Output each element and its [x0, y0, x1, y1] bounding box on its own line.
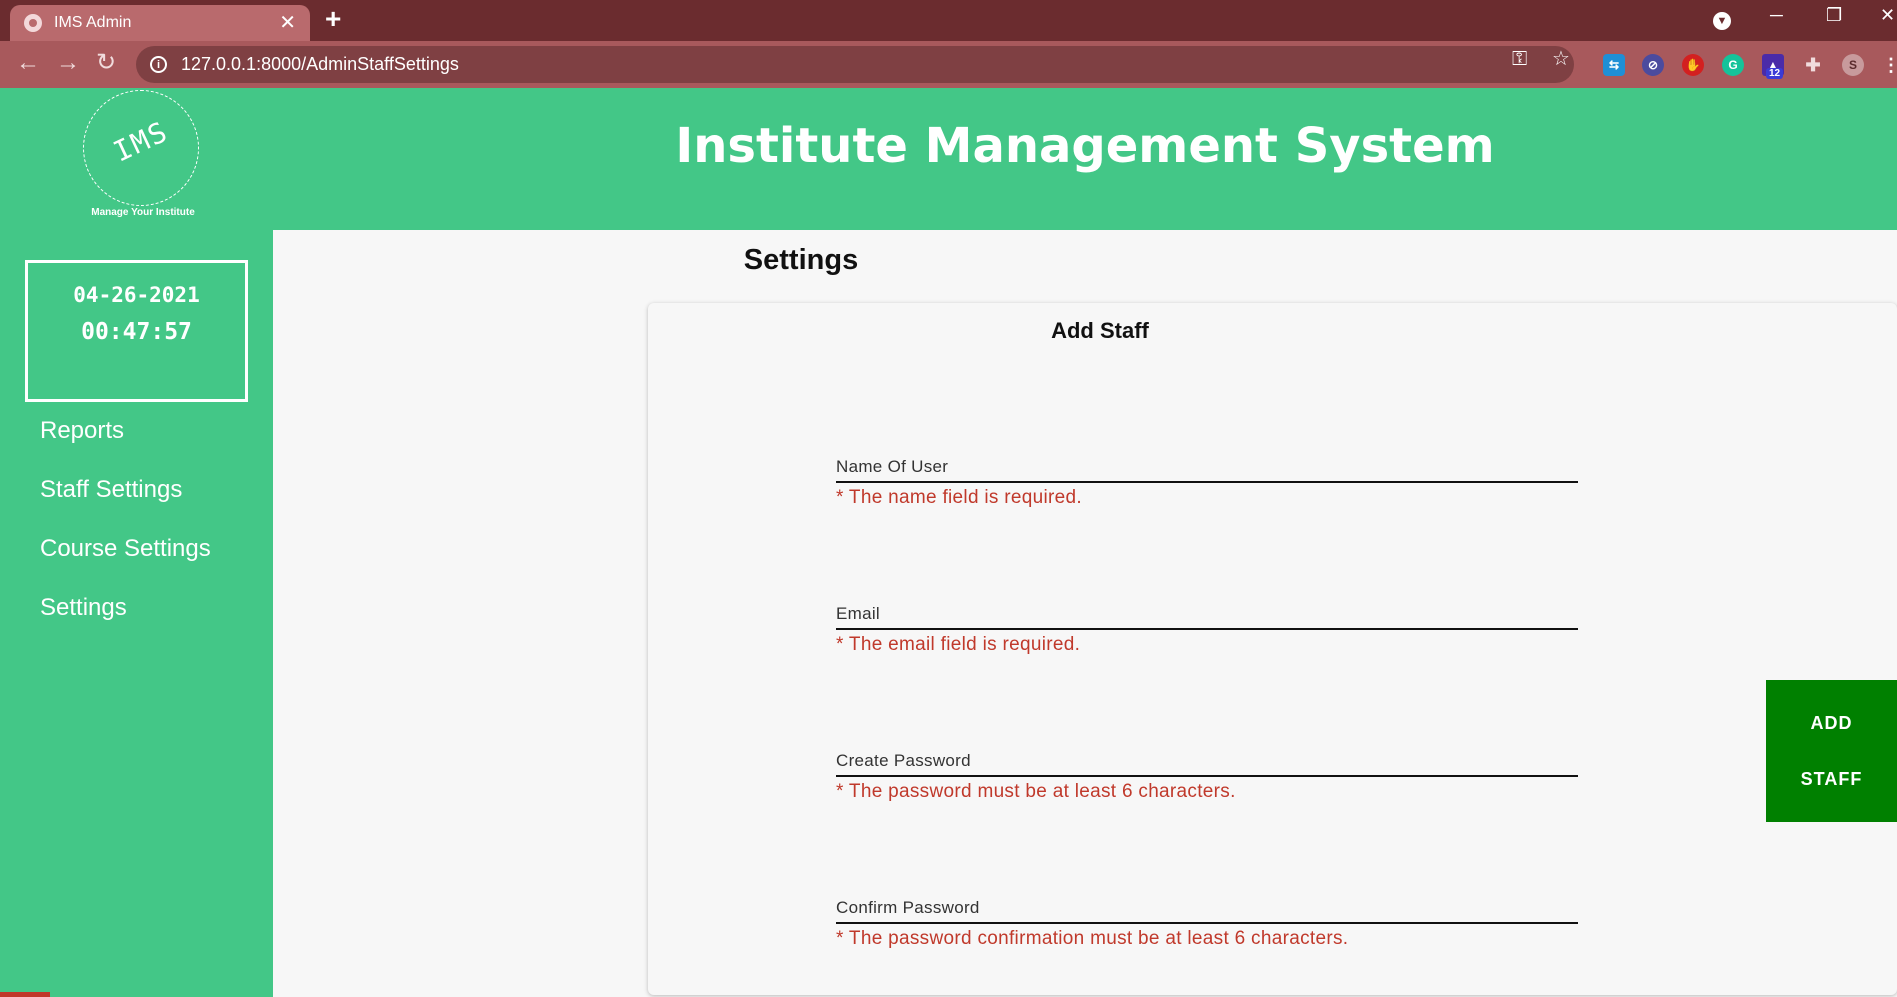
create-password-underline: [836, 775, 1578, 777]
app-title: Institute Management System: [675, 118, 1495, 174]
menu-icon[interactable]: ⋮: [1880, 54, 1897, 76]
browser-tab[interactable]: IMS Admin ✕: [10, 5, 310, 41]
confirm-password-input[interactable]: [836, 894, 1578, 922]
chevron-down-icon[interactable]: ▼: [1713, 12, 1731, 30]
add-staff-button-line2: STAFF: [1800, 769, 1863, 789]
plus-icon[interactable]: +: [325, 5, 341, 33]
confirm-password-field: Confirm Password * The password confirma…: [836, 894, 1578, 950]
address-bar[interactable]: i 127.0.0.1:8000/AdminStaffSettings: [136, 46, 1574, 83]
extension-translate-icon[interactable]: ⇆: [1603, 54, 1625, 76]
create-password-input[interactable]: [836, 747, 1578, 775]
back-icon[interactable]: ←: [16, 51, 40, 75]
restore-icon[interactable]: ❐: [1826, 6, 1842, 24]
logo-tagline: Manage Your Institute: [91, 207, 195, 218]
clock-time: 00:47:57: [81, 319, 192, 345]
email-field: Email * The email field is required.: [836, 600, 1578, 656]
extension-hand-icon[interactable]: ✋: [1682, 54, 1704, 76]
browser-tab-bar: IMS Admin ✕ + ▼ ─ ❐ ✕: [0, 0, 1897, 41]
info-icon[interactable]: i: [150, 56, 167, 73]
add-staff-card: Add Staff Name Of User * The name field …: [648, 303, 1897, 995]
sidebar-item-settings[interactable]: Settings: [40, 594, 127, 622]
browser-toolbar: ← → ↻ i 127.0.0.1:8000/AdminStaffSetting…: [0, 41, 1897, 88]
bottom-indicator: [0, 992, 50, 997]
email-field-underline: [836, 628, 1578, 630]
name-input[interactable]: [836, 453, 1578, 481]
minimize-icon[interactable]: ─: [1770, 6, 1783, 24]
logo-text: IMS: [108, 114, 174, 169]
email-input[interactable]: [836, 600, 1578, 628]
extension-block-icon[interactable]: ⊘: [1642, 54, 1664, 76]
sidebar-item-course-settings[interactable]: Course Settings: [40, 535, 211, 563]
forward-icon[interactable]: →: [56, 51, 80, 75]
confirm-password-underline: [836, 922, 1578, 924]
close-icon[interactable]: ✕: [279, 13, 296, 33]
logo: IMS: [83, 90, 199, 206]
page-title: Settings: [743, 244, 859, 276]
key-icon[interactable]: ⚿: [1512, 49, 1527, 69]
add-staff-button-line1: ADD: [1810, 713, 1853, 733]
clock-date: 04-26-2021: [73, 283, 200, 307]
globe-icon: [24, 14, 42, 32]
name-field: Name Of User * The name field is require…: [836, 453, 1578, 509]
window-close-icon[interactable]: ✕: [1880, 6, 1895, 24]
name-field-underline: [836, 481, 1578, 483]
tab-title: IMS Admin: [54, 14, 132, 31]
create-password-error: * The password must be at least 6 charac…: [836, 781, 1236, 802]
extension-badge: 12: [1766, 68, 1784, 79]
avatar[interactable]: S: [1842, 54, 1864, 76]
card-title: Add Staff: [1051, 318, 1149, 343]
grammarly-icon[interactable]: G: [1722, 54, 1744, 76]
sidebar-item-staff-settings[interactable]: Staff Settings: [40, 476, 182, 504]
add-staff-button[interactable]: ADD STAFF: [1766, 680, 1897, 822]
url-text: 127.0.0.1:8000/AdminStaffSettings: [181, 54, 459, 74]
confirm-password-error: * The password confirmation must be at l…: [836, 928, 1349, 949]
clock-widget: 04-26-2021 00:47:57: [25, 260, 248, 402]
email-field-error: * The email field is required.: [836, 634, 1081, 655]
sidebar-item-reports[interactable]: Reports: [40, 417, 124, 445]
create-password-field: Create Password * The password must be a…: [836, 747, 1578, 803]
name-field-error: * The name field is required.: [836, 487, 1082, 508]
puzzle-icon[interactable]: ✚: [1802, 54, 1824, 76]
star-icon[interactable]: ☆: [1552, 49, 1570, 69]
reload-icon[interactable]: ↻: [96, 51, 116, 75]
